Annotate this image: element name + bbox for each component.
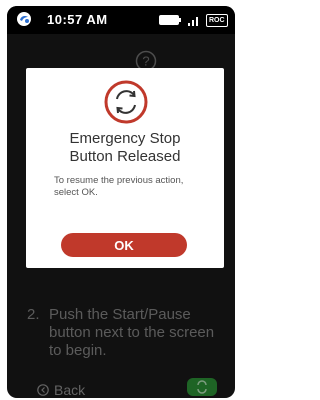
signal-icon	[188, 17, 198, 26]
dialog-title-line-1: Emergency Stop	[69, 130, 181, 147]
dialog-title-line-2: Button Released	[69, 148, 181, 165]
emergency-stop-released-icon	[104, 80, 148, 124]
status-time: 10:57 AM	[47, 12, 108, 27]
brand-logo-icon	[17, 12, 31, 26]
device-screen: 10:57 AM ROC ? 2. Push the Start/Pause b…	[7, 6, 235, 398]
battery-icon	[159, 15, 181, 25]
dialog-message: To resume the previous action, select OK…	[54, 175, 184, 198]
status-bar: 10:57 AM ROC	[7, 6, 235, 34]
emergency-stop-dialog: Emergency Stop Button Released To resume…	[26, 68, 224, 268]
dialog-title: Emergency Stop Button Released	[26, 130, 224, 166]
status-badge: ROC	[206, 14, 228, 27]
device-frame: 10:57 AM ROC ? 2. Push the Start/Pause b…	[0, 0, 242, 400]
ok-button[interactable]: OK	[61, 233, 187, 257]
